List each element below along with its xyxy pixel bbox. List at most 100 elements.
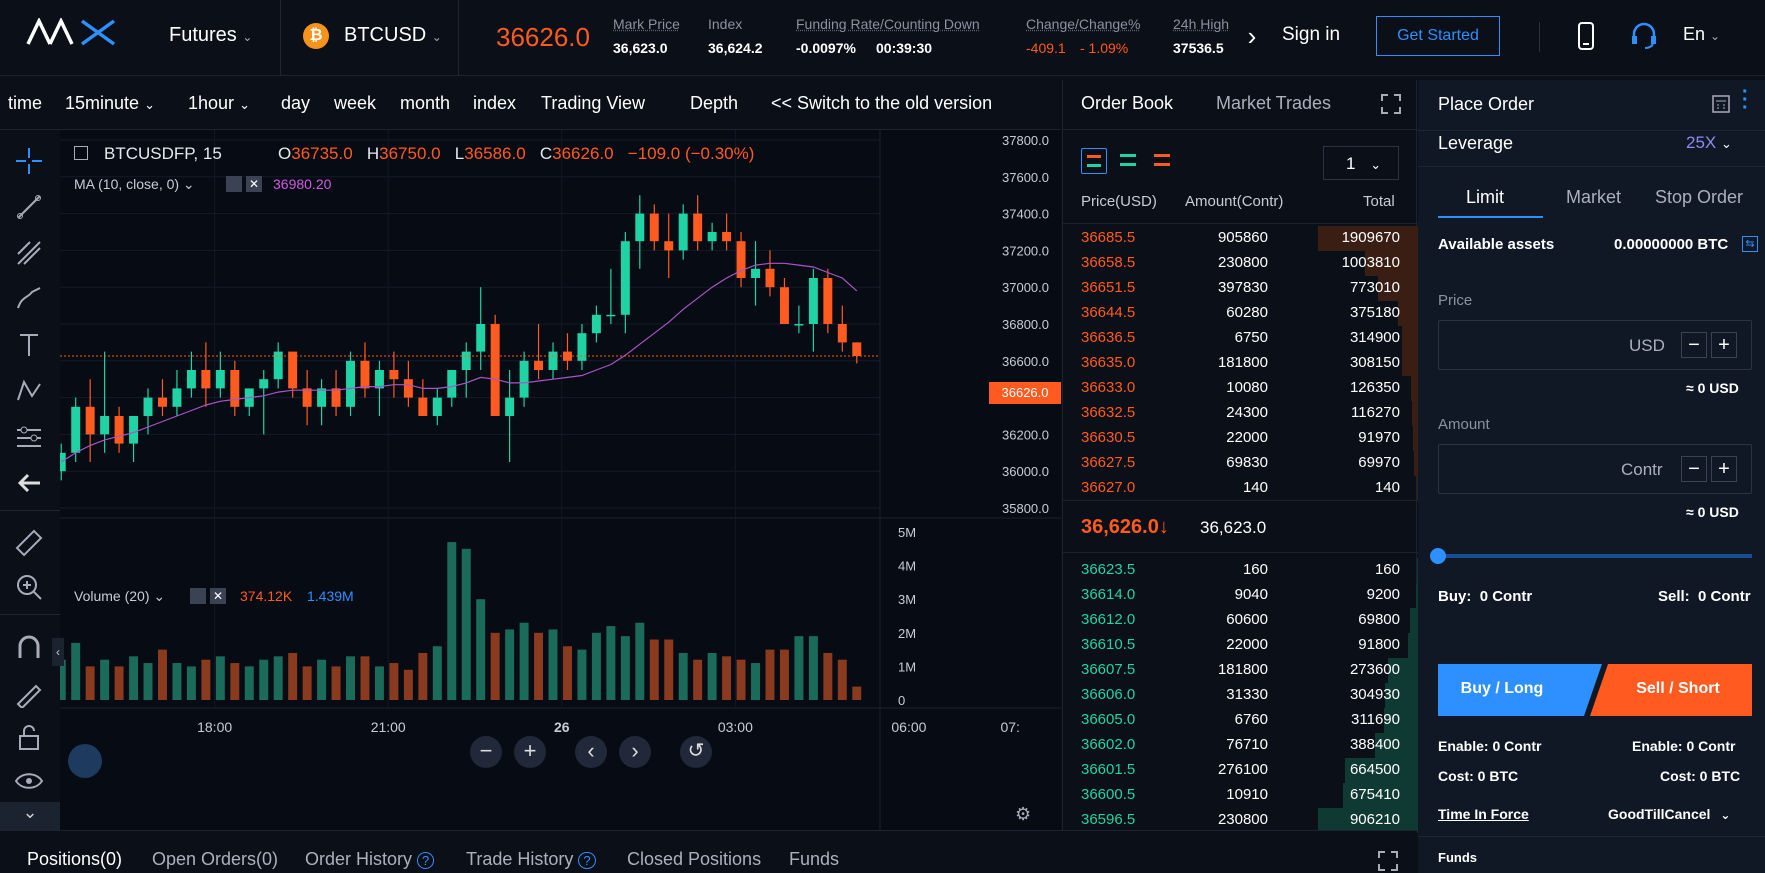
tab-trading-view[interactable]: Trading View — [541, 93, 645, 114]
tab-stop-order[interactable]: Stop Order — [1655, 187, 1743, 208]
scroll-right-button[interactable]: › — [619, 736, 651, 768]
aax-logo[interactable] — [26, 18, 118, 46]
scroll-left-button[interactable]: ‹ — [575, 736, 607, 768]
price-decrement-button[interactable]: − — [1681, 332, 1707, 358]
symbol-selector[interactable]: BTCUSD ⌄ — [344, 24, 442, 47]
tab-funds[interactable]: Funds — [789, 849, 839, 870]
text-icon[interactable] — [14, 330, 44, 360]
bid-row[interactable]: 36600.5 10910 675410 — [1063, 783, 1418, 808]
tab-1hour[interactable]: 1hour ⌄ — [188, 93, 250, 114]
tab-time[interactable]: time — [8, 93, 42, 114]
lock-drawing-icon[interactable] — [14, 678, 44, 708]
ruler-icon[interactable] — [14, 528, 44, 558]
tab-market[interactable]: Market — [1566, 187, 1621, 208]
gear-icon[interactable]: ⚙ — [1015, 804, 1031, 825]
bid-row[interactable]: 36602.0 76710 388400 — [1063, 733, 1418, 758]
chevron-right-icon[interactable]: › — [1237, 10, 1267, 66]
crosshair-icon[interactable] — [14, 146, 44, 176]
brush-icon[interactable] — [14, 284, 44, 314]
ask-row[interactable]: 36635.0 181800 308150 — [1063, 351, 1418, 376]
get-started-button[interactable]: Get Started — [1376, 16, 1500, 56]
precision-select[interactable]: 1 ⌄ — [1323, 146, 1399, 180]
prediction-icon[interactable] — [14, 422, 44, 452]
language-selector[interactable]: En ⌄ — [1683, 24, 1720, 45]
bid-row[interactable]: 36601.5 276100 664500 — [1063, 758, 1418, 783]
back-arrow-icon[interactable] — [14, 468, 44, 498]
tab-15minute[interactable]: 15minute ⌄ — [65, 93, 155, 114]
calculator-icon[interactable] — [1712, 95, 1730, 113]
tab-depth[interactable]: Depth — [690, 93, 738, 114]
more-options-icon[interactable]: · · · — [1742, 82, 1749, 118]
switch-old-version-link[interactable]: << Switch to the old version — [771, 93, 992, 114]
price-increment-button[interactable]: + — [1711, 332, 1737, 358]
fullscreen-icon[interactable] — [1381, 94, 1401, 114]
ask-row[interactable]: 36630.5 22000 91970 — [1063, 426, 1418, 451]
collapse-legend-icon[interactable] — [74, 146, 88, 160]
price-chart[interactable]: 37800.0 37600.0 37400.0 37200.0 37000.0 36800… — [52, 130, 1061, 830]
ask-row[interactable]: 36644.5 60280 375180 — [1063, 301, 1418, 326]
ask-row[interactable]: 36627.0 140 140 — [1063, 476, 1418, 501]
tab-month[interactable]: month — [400, 93, 450, 114]
volume-legend[interactable]: Volume (20) ⌄ — [74, 588, 165, 605]
ask-row[interactable]: 36651.5 397830 773010 — [1063, 276, 1418, 301]
help-icon[interactable]: ? — [578, 852, 596, 869]
tab-index[interactable]: index — [473, 93, 516, 114]
bid-row[interactable]: 36607.5 181800 273600 — [1063, 658, 1418, 683]
tab-trade-history[interactable]: Trade History ? — [466, 849, 596, 870]
ask-row[interactable]: 36685.5 905860 1909670 — [1063, 226, 1418, 251]
eye-icon[interactable] — [14, 766, 44, 796]
ask-row[interactable]: 36658.5 230800 1003810 — [1063, 251, 1418, 276]
tab-day[interactable]: day — [281, 93, 310, 114]
fullscreen-icon[interactable] — [1378, 851, 1398, 871]
zoom-out-button[interactable]: − — [470, 736, 502, 768]
fib-tool-icon[interactable] — [14, 238, 44, 268]
ask-row[interactable]: 36636.5 6750 314900 — [1063, 326, 1418, 351]
close-icon[interactable]: ✕ — [246, 176, 262, 192]
bid-row[interactable]: 36605.0 6760 311690 — [1063, 708, 1418, 733]
view-bids-icon[interactable] — [1115, 148, 1141, 174]
sell-short-button[interactable]: Sell / Short — [1604, 680, 1752, 698]
ma-legend[interactable]: MA (10, close, 0) ⌄ — [74, 176, 195, 193]
unlock-icon[interactable] — [14, 722, 44, 752]
trendline-icon[interactable] — [14, 192, 44, 222]
transfer-icon[interactable]: ⇆ — [1742, 236, 1758, 252]
amount-decrement-button[interactable]: − — [1681, 456, 1707, 482]
view-both-icon[interactable] — [1081, 148, 1107, 174]
collapse-toolbar-icon[interactable]: ‹ — [52, 638, 64, 666]
tab-order-book[interactable]: Order Book — [1081, 93, 1173, 114]
chevron-down-icon[interactable]: ⌄ — [0, 802, 60, 830]
pattern-icon[interactable] — [14, 376, 44, 406]
futures-menu[interactable]: Futures ⌄ — [169, 24, 252, 47]
settings-icon[interactable] — [190, 588, 206, 604]
amount-slider-track[interactable] — [1438, 554, 1752, 558]
chart-canvas[interactable]: 37800.0 37600.0 37400.0 37200.0 37000.0 36800… — [60, 130, 1061, 830]
bid-row[interactable]: 36610.5 22000 91800 — [1063, 633, 1418, 658]
amount-input[interactable]: Contr − + — [1438, 444, 1752, 494]
ask-row[interactable]: 36627.5 69830 69970 — [1063, 451, 1418, 476]
amount-increment-button[interactable]: + — [1711, 456, 1737, 482]
close-icon[interactable]: ✕ — [210, 588, 226, 604]
zoom-in-button[interactable]: + — [514, 736, 546, 768]
sign-in-link[interactable]: Sign in — [1282, 24, 1340, 46]
bid-row[interactable]: 36606.0 31330 304930 — [1063, 683, 1418, 708]
settings-icon[interactable] — [226, 176, 242, 192]
ask-row[interactable]: 36632.5 24300 116270 — [1063, 401, 1418, 426]
help-icon[interactable]: ? — [417, 852, 435, 869]
mobile-icon[interactable] — [1578, 22, 1594, 50]
amount-slider-handle[interactable] — [1430, 548, 1446, 564]
magnet-icon[interactable] — [14, 632, 44, 662]
tab-open-orders[interactable]: Open Orders(0) — [152, 849, 278, 870]
tab-week[interactable]: week — [334, 93, 376, 114]
tab-positions[interactable]: Positions(0) — [27, 849, 122, 870]
price-input[interactable]: USD − + — [1438, 320, 1752, 370]
ask-row[interactable]: 36633.0 10080 126350 — [1063, 376, 1418, 401]
tab-closed-positions[interactable]: Closed Positions — [627, 849, 761, 870]
headset-icon[interactable] — [1631, 22, 1657, 50]
tab-order-history[interactable]: Order History ? — [305, 849, 435, 870]
leverage-select[interactable]: 25X ⌄ — [1686, 133, 1732, 153]
tab-limit[interactable]: Limit — [1466, 187, 1504, 208]
view-asks-icon[interactable] — [1149, 148, 1175, 174]
bid-row[interactable]: 36614.0 9040 9200 — [1063, 583, 1418, 608]
time-in-force-select[interactable]: GoodTillCancel ⌄ — [1608, 806, 1730, 822]
bid-row[interactable]: 36612.0 60600 69800 — [1063, 608, 1418, 633]
